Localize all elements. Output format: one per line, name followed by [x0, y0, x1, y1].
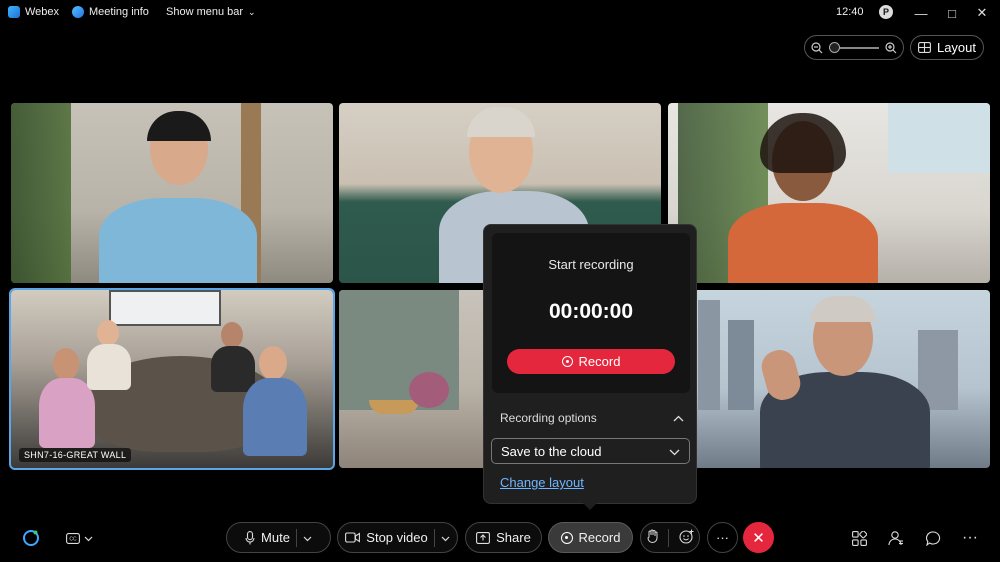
hair [467, 107, 535, 137]
meeting-info-icon [72, 6, 84, 18]
room-participant [239, 346, 309, 456]
chevron-up-icon [673, 411, 684, 425]
stop-video-button[interactable]: Stop video [337, 522, 458, 553]
chevron-down-icon [669, 444, 680, 459]
minimize-window-icon[interactable]: — [912, 4, 930, 22]
chat-icon[interactable] [923, 528, 943, 548]
person-body [728, 203, 878, 283]
stop-video-label: Stop video [366, 530, 428, 545]
chevron-down-icon: ⌄ [248, 6, 256, 17]
show-menu-bar-label: Show menu bar [166, 6, 244, 18]
video-tile[interactable] [11, 103, 333, 283]
overflow-menu-icon[interactable]: ··· [960, 528, 980, 548]
zoom-slider[interactable] [829, 41, 879, 53]
meeting-info-label: Meeting info [89, 6, 149, 18]
clock-time: 12:40 [836, 6, 864, 18]
clock: 12:40 [836, 6, 864, 18]
svg-text:CC: CC [69, 536, 77, 542]
person-body [99, 198, 257, 283]
hair [810, 296, 876, 322]
flower-vase [409, 372, 449, 408]
closed-captions-button[interactable]: CC [62, 528, 96, 548]
close-icon: ✕ [752, 529, 765, 547]
more-options-button[interactable]: ··· [707, 522, 738, 553]
user-avatar[interactable]: P [879, 5, 893, 19]
chevron-down-icon[interactable] [303, 530, 312, 545]
microphone-icon [245, 530, 255, 544]
recording-title: Start recording [548, 257, 634, 272]
video-tile[interactable] [668, 290, 990, 468]
title-bar: Webex Meeting info Show menu bar ⌄ 12:40… [0, 0, 1000, 26]
video-tile[interactable] [668, 103, 990, 283]
share-screen-icon [476, 531, 491, 544]
app-logo: Webex [8, 6, 59, 18]
zoom-slider-handle[interactable] [829, 41, 840, 53]
recording-storage-select[interactable]: Save to the cloud [491, 438, 690, 464]
window-background [888, 103, 990, 173]
raise-hand-icon[interactable] [646, 529, 658, 546]
app-name: Webex [25, 6, 60, 18]
zoom-control[interactable] [804, 35, 904, 60]
record-button[interactable]: Record [548, 522, 633, 553]
recording-options-toggle[interactable]: Recording options [500, 411, 684, 425]
end-meeting-button[interactable]: ✕ [743, 522, 774, 553]
layout-grid-icon [918, 42, 931, 53]
divider [433, 528, 435, 547]
reactions-icon[interactable] [678, 529, 694, 547]
room-participant [83, 320, 133, 390]
record-label: Record [578, 530, 621, 545]
chevron-down-icon [84, 529, 93, 547]
maximize-window-icon[interactable]: □ [943, 4, 961, 22]
close-window-icon[interactable]: ✕ [973, 4, 991, 22]
meeting-info-button[interactable]: Meeting info [72, 6, 149, 18]
divider [295, 528, 297, 547]
hair [147, 111, 211, 141]
recording-popup: Start recording 00:00:00 Record Recordin… [483, 224, 697, 504]
record-icon [560, 531, 573, 544]
more-options-icon: ··· [716, 530, 729, 545]
skyline-building [728, 320, 754, 410]
closed-captions-icon: CC [65, 532, 80, 544]
webex-logo-icon [8, 6, 20, 18]
record-icon [561, 356, 573, 367]
zoom-in-icon[interactable] [885, 41, 897, 54]
overflow-menu-label: ··· [962, 529, 978, 546]
start-record-button[interactable]: Record [507, 349, 675, 374]
fruit-bowl [369, 400, 419, 414]
mute-button[interactable]: Mute [226, 522, 331, 553]
mute-label: Mute [261, 530, 290, 545]
tile-label: SHN7-16-GREAT WALL [19, 448, 132, 462]
apps-icon[interactable] [849, 528, 869, 548]
popup-pointer [582, 502, 598, 510]
divider [667, 528, 669, 547]
webex-assistant-icon[interactable] [21, 528, 41, 548]
recording-panel: Start recording 00:00:00 Record [492, 233, 690, 393]
storage-selected-value: Save to the cloud [501, 443, 602, 459]
share-button[interactable]: Share [465, 522, 542, 553]
change-layout-link[interactable]: Change layout [500, 475, 584, 490]
video-tile[interactable]: SHN7-16-GREAT WALL [9, 288, 335, 470]
participants-icon[interactable] [886, 528, 906, 548]
recording-options-label: Recording options [500, 411, 597, 425]
skyline-building [698, 300, 720, 410]
reactions-group [640, 522, 700, 553]
plant-background [11, 103, 71, 283]
recording-timer: 00:00:00 [548, 300, 634, 323]
layout-button[interactable]: Layout [910, 35, 984, 60]
zoom-out-icon[interactable] [811, 41, 823, 54]
start-record-label: Record [578, 354, 621, 369]
video-camera-icon [345, 532, 361, 543]
show-menu-bar-button[interactable]: Show menu bar ⌄ [166, 6, 256, 18]
share-label: Share [496, 530, 531, 545]
layout-label: Layout [936, 40, 977, 55]
chevron-down-icon[interactable] [441, 530, 450, 545]
avatar-initial: P [879, 5, 893, 19]
hair [760, 113, 846, 173]
